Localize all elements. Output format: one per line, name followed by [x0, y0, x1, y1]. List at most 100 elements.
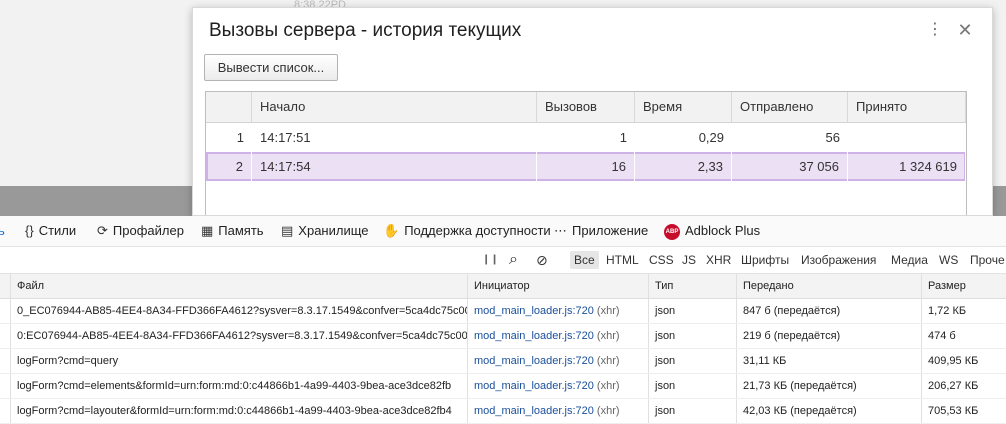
calls-grid: Начало Вызовов Время Отправлено Принято … — [205, 91, 967, 215]
request-row[interactable]: 0_EC076944-AB85-4EE4-8A34-FFD366FA4612?s… — [0, 299, 1006, 324]
tab-profiler[interactable]: ⟳ Профайлер — [97, 216, 184, 246]
request-transferred: 21,73 КБ (передаётся) — [736, 374, 921, 398]
filter-media[interactable]: Медиа — [891, 247, 928, 273]
request-row[interactable]: logForm?cmd=query mod_main_loader.js:720… — [0, 349, 1006, 374]
network-table-header: Файл Инициатор Тип Передано Размер — [0, 274, 1006, 299]
tab-label: Профайлер — [112, 223, 184, 238]
initiator-link[interactable]: mod_main_loader.js:720 — [474, 355, 594, 367]
search-icon[interactable]: ⌕ — [509, 247, 518, 273]
request-row[interactable]: logForm?cmd=layouter&formId=urn:form:md:… — [0, 399, 1006, 424]
request-transferred: 31,11 КБ — [736, 349, 921, 373]
filter-xhr[interactable]: XHR — [706, 247, 731, 273]
column-header-type[interactable]: Тип — [648, 274, 736, 298]
initiator-kind: (xhr) — [596, 405, 620, 417]
close-icon[interactable]: ✕ — [955, 20, 975, 40]
row-received: 1 324 619 — [848, 152, 966, 181]
storage-icon: ▤ — [281, 223, 294, 238]
request-size: 705,53 КБ — [921, 399, 1006, 423]
block-icon[interactable]: ⊘ — [536, 247, 548, 273]
braces-icon: {} — [25, 223, 34, 238]
row-number: 1 — [236, 130, 244, 145]
column-header-received[interactable]: Принято — [848, 92, 966, 122]
gauge-icon: ⟳ — [97, 223, 108, 238]
tab-application[interactable]: ⋯ Приложение — [554, 216, 648, 246]
tab-storage[interactable]: ▤ Хранилище — [281, 216, 369, 246]
request-initiator[interactable]: mod_main_loader.js:720 (xhr) — [467, 374, 648, 398]
column-header-time[interactable]: Время — [635, 92, 732, 122]
dialog-title: Вызовы сервера - история текущих — [209, 20, 522, 41]
tab-adblock-plus[interactable]: ABP Adblock Plus — [664, 216, 760, 246]
tab-memory[interactable]: ▦ Память — [201, 216, 264, 246]
column-header-num[interactable] — [206, 92, 252, 122]
pause-icon[interactable]: ❙❙ — [482, 247, 499, 273]
initiator-link[interactable]: mod_main_loader.js:720 — [474, 330, 594, 342]
request-type: json — [648, 399, 736, 423]
column-header-start[interactable]: Начало — [252, 92, 537, 122]
column-header-sent[interactable]: Отправлено — [732, 92, 848, 122]
accessibility-icon: ✋ — [383, 223, 400, 238]
tab-label: Приложение — [572, 223, 649, 238]
tab-label: Хранилище — [298, 223, 369, 238]
request-initiator[interactable]: mod_main_loader.js:720 (xhr) — [467, 349, 648, 373]
row-start: 14:17:54 — [252, 152, 537, 181]
tab-label: Стили — [38, 223, 77, 238]
row-sent: 56 — [825, 130, 840, 145]
row-sent: 37 056 — [732, 152, 848, 181]
filter-fonts[interactable]: Шрифты — [741, 247, 789, 273]
request-row[interactable]: logForm?cmd=elements&formId=urn:form:md:… — [0, 374, 1006, 399]
tab-accessibility[interactable]: ✋ Поддержка доступности — [383, 216, 551, 246]
row-calls: 1 — [619, 130, 627, 145]
request-file: logForm?cmd=elements&formId=urn:form:md:… — [10, 374, 467, 398]
initiator-kind: (xhr) — [596, 330, 620, 342]
request-size: 1,72 КБ — [921, 299, 1006, 323]
tab-network[interactable]: ть — [0, 216, 5, 246]
filter-images[interactable]: Изображения — [801, 247, 876, 273]
filter-css[interactable]: CSS — [649, 247, 674, 273]
filter-html[interactable]: HTML — [606, 247, 639, 273]
initiator-kind: (xhr) — [596, 305, 620, 317]
request-size: 206,27 КБ — [921, 374, 1006, 398]
request-type: json — [648, 374, 736, 398]
row-number: 2 — [206, 152, 252, 181]
request-initiator[interactable]: mod_main_loader.js:720 (xhr) — [467, 299, 648, 323]
column-header-calls[interactable]: Вызовов — [537, 92, 635, 122]
tab-label: Поддержка доступности — [404, 223, 551, 238]
tab-label: Память — [218, 223, 264, 238]
tab-label: ть — [0, 223, 5, 238]
filter-other[interactable]: Проче — [970, 247, 1005, 273]
devtools-tab-bar: ть {} Стили ⟳ Профайлер ▦ Память ▤ Хранилище… — [0, 216, 1006, 247]
chip-icon: ▦ — [201, 223, 214, 238]
more-menu-icon[interactable]: ⋮ — [925, 20, 945, 40]
request-type: json — [648, 349, 736, 373]
request-initiator[interactable]: mod_main_loader.js:720 (xhr) — [467, 399, 648, 423]
initiator-kind: (xhr) — [596, 380, 620, 392]
row-received — [848, 123, 966, 152]
initiator-link[interactable]: mod_main_loader.js:720 — [474, 305, 594, 317]
request-file: logForm?cmd=layouter&formId=urn:form:md:… — [10, 399, 467, 423]
request-transferred: 42,03 КБ (передаётся) — [736, 399, 921, 423]
grid-row[interactable]: 1 14:17:51 1 0,29 56 — [206, 123, 966, 152]
row-time: 2,33 — [635, 152, 732, 181]
filter-js[interactable]: JS — [682, 247, 696, 273]
request-type: json — [648, 299, 736, 323]
column-header-size[interactable]: Размер — [921, 274, 1006, 298]
row-time: 0,29 — [698, 130, 724, 145]
request-initiator[interactable]: mod_main_loader.js:720 (xhr) — [467, 324, 648, 348]
devtools-panel: ть {} Стили ⟳ Профайлер ▦ Память ▤ Хранилище… — [0, 216, 1006, 424]
column-header-file[interactable]: Файл — [10, 274, 467, 298]
column-header-transferred[interactable]: Передано — [736, 274, 921, 298]
filter-all[interactable]: Все — [570, 251, 599, 269]
tab-styles[interactable]: {} Стили — [25, 216, 76, 246]
grid-row-selected[interactable]: 2 14:17:54 16 2,33 37 056 1 324 619 — [206, 152, 966, 181]
request-size: 474 б — [921, 324, 1006, 348]
tab-label: Adblock Plus — [685, 223, 761, 238]
request-row[interactable]: 0:EC076944-AB85-4EE4-8A34-FFD366FA4612?s… — [0, 324, 1006, 349]
initiator-link[interactable]: mod_main_loader.js:720 — [474, 405, 594, 417]
request-transferred: 847 б (передаётся) — [736, 299, 921, 323]
filter-ws[interactable]: WS — [939, 247, 958, 273]
grid-icon: ⋯ — [554, 223, 567, 238]
show-list-button[interactable]: Вывести список... — [204, 54, 338, 81]
initiator-link[interactable]: mod_main_loader.js:720 — [474, 380, 594, 392]
adblock-icon: ABP — [664, 223, 680, 240]
column-header-initiator[interactable]: Инициатор — [467, 274, 648, 298]
